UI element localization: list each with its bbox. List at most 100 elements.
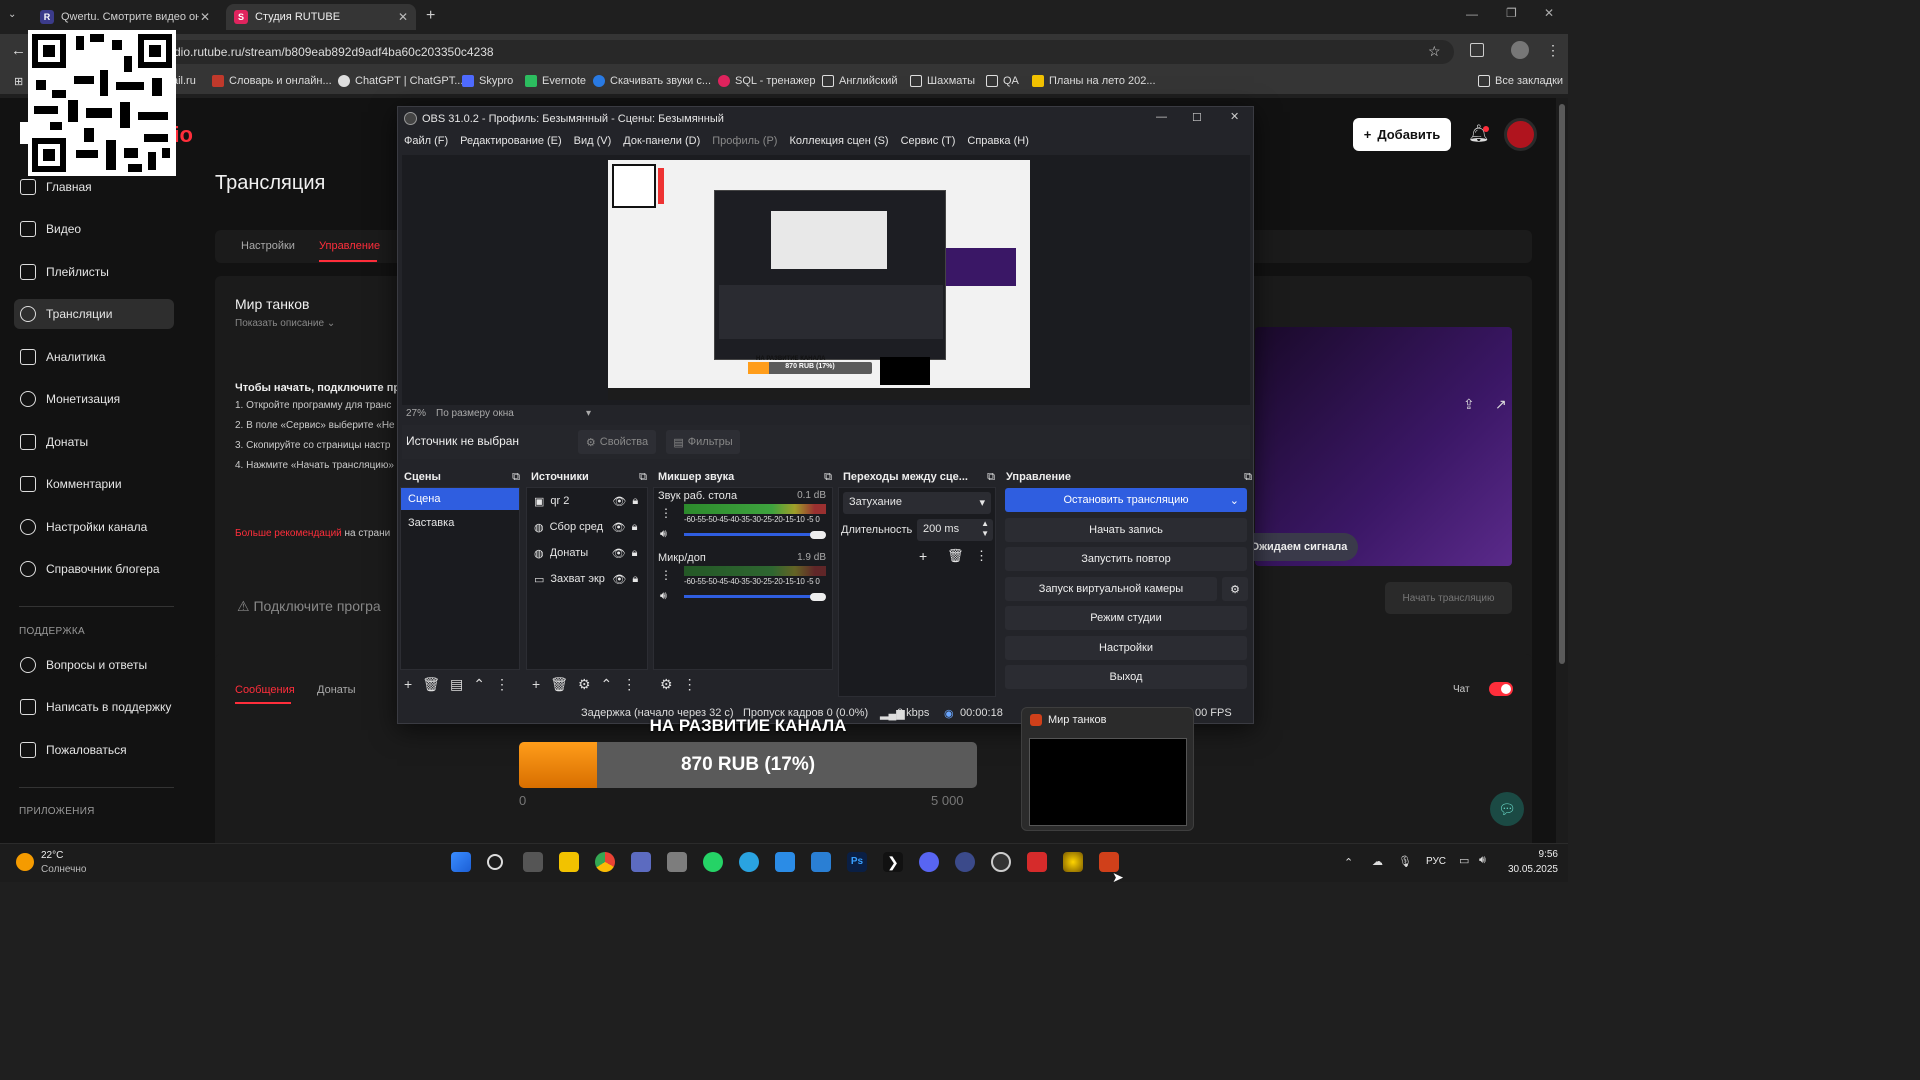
volume-icon[interactable]: 🔊︎	[1479, 854, 1486, 867]
wifi-icon[interactable]: ▭	[1459, 854, 1469, 867]
menu-profile[interactable]: Профиль (P)	[706, 131, 783, 151]
user-avatar[interactable]	[1504, 118, 1537, 151]
channel-menu-icon[interactable]: ⋮	[660, 568, 672, 582]
advanced-audio-icon[interactable]: ⚙︎	[660, 676, 673, 693]
discord-icon[interactable]	[919, 852, 939, 872]
remove-transition-icon[interactable]: 🗑︎	[947, 548, 964, 564]
menu-tools[interactable]: Сервис (T)	[895, 131, 962, 151]
extensions-icon[interactable]	[1470, 43, 1484, 57]
spin-arrows-icon[interactable]: ▲ ▼	[981, 519, 989, 539]
menu-docks[interactable]: Док-панели (D)	[617, 131, 706, 151]
nav-faq[interactable]: Вопросы и ответы	[14, 650, 174, 680]
tab-search-icon[interactable]: ⌄	[8, 9, 16, 20]
nav-contact-support[interactable]: Написать в поддержку	[14, 692, 174, 722]
support-chat-icon[interactable]: 💬︎	[1490, 792, 1524, 826]
search-icon[interactable]	[487, 854, 503, 870]
move-up-icon[interactable]: ⌃	[601, 676, 613, 693]
menu-scene-collection[interactable]: Коллекция сцен (S)	[783, 131, 894, 151]
back-icon[interactable]: ←	[11, 42, 26, 59]
terminal-icon[interactable]: ❯	[883, 852, 903, 872]
menu-view[interactable]: Вид (V)	[568, 131, 618, 151]
speaker-icon[interactable]: 🔊︎	[660, 528, 667, 541]
visibility-eye-icon[interactable]: 👁︎	[612, 495, 626, 508]
chrome-icon[interactable]	[595, 852, 615, 872]
nav-report[interactable]: Пожаловаться	[14, 735, 174, 765]
source-item[interactable]: ▣ qr 2 👁︎ 🔒︎	[527, 488, 647, 514]
app-icon[interactable]	[1063, 852, 1083, 872]
bookmark-folder-english[interactable]: Английский	[822, 75, 898, 87]
source-item[interactable]: ▭ Захват экр 👁︎ 🔒︎	[527, 566, 647, 592]
lock-icon[interactable]: 🔒︎	[632, 521, 638, 534]
transition-menu-icon[interactable]: ⋮	[975, 548, 988, 564]
whatsapp-icon[interactable]	[703, 852, 723, 872]
chevron-down-icon[interactable]: ⌄	[1230, 494, 1239, 507]
browser-menu-icon[interactable]: ⋮	[1546, 42, 1560, 59]
volume-slider-knob[interactable]	[810, 593, 826, 601]
tray-chevron-up-icon[interactable]: ⌃	[1344, 856, 1353, 869]
nav-home[interactable]: Главная	[14, 172, 174, 202]
network-icon[interactable]: ☁︎	[1372, 855, 1383, 868]
weather-temp[interactable]: 22°C	[41, 850, 63, 861]
lock-icon[interactable]: 🔒︎	[632, 573, 638, 586]
tab-qwertu[interactable]: R Qwertu. Смотрите видео онла ✕	[32, 4, 218, 30]
menu-edit[interactable]: Редактирование (E)	[454, 131, 568, 151]
restore-window-icon[interactable]: ❐	[1506, 6, 1517, 20]
new-tab-icon[interactable]: +	[426, 7, 435, 25]
start-recording-button[interactable]: Начать запись	[1005, 518, 1247, 542]
minimize-window-icon[interactable]: —	[1466, 7, 1478, 21]
start-stream-button[interactable]: Начать трансляцию	[1385, 582, 1512, 614]
obs-close-icon[interactable]: ✕	[1230, 110, 1239, 123]
transition-select[interactable]: Затухание ▾	[843, 492, 991, 514]
add-scene-icon[interactable]: +	[404, 676, 412, 692]
source-item[interactable]: ◍ Сбор сред 👁︎ 🔒︎	[527, 514, 647, 540]
task-view-icon[interactable]	[523, 852, 543, 872]
undock-icon[interactable]: ⧉	[512, 471, 520, 484]
menu-file[interactable]: Файл (F)	[398, 131, 454, 151]
app-icon[interactable]	[1027, 852, 1047, 872]
undock-icon[interactable]: ⧉	[639, 471, 647, 484]
bookmark-summer-plans[interactable]: Планы на лето 202...	[1032, 75, 1156, 87]
nav-playlists[interactable]: Плейлисты	[14, 257, 174, 287]
stream-preview-player[interactable]	[1255, 327, 1512, 566]
volume-slider-knob[interactable]	[810, 531, 826, 539]
bookmark-skypro[interactable]: Skypro	[462, 75, 513, 87]
obs-icon[interactable]	[991, 852, 1011, 872]
photoshop-icon[interactable]: Ps	[847, 852, 867, 872]
visibility-eye-icon[interactable]: 👁︎	[612, 547, 626, 560]
start-replay-button[interactable]: Запустить повтор	[1005, 547, 1247, 571]
external-link-icon[interactable]: ↗	[1495, 396, 1507, 413]
properties-button[interactable]: ⚙︎ Свойства	[578, 430, 656, 454]
zoom-mode-select[interactable]: По размеру окна ▾	[436, 408, 596, 419]
more-icon[interactable]: ⋮	[495, 676, 509, 693]
clock-time[interactable]: 9:56	[1528, 849, 1558, 860]
close-tab-icon[interactable]: ✕	[398, 10, 408, 24]
remove-source-icon[interactable]: 🗑︎	[550, 676, 568, 693]
calculator-icon[interactable]	[631, 852, 651, 872]
nav-blogger-guide[interactable]: Справочник блогера	[14, 554, 174, 584]
app-icon[interactable]	[955, 852, 975, 872]
nav-channel-settings[interactable]: Настройки канала	[14, 512, 174, 542]
chat-toggle[interactable]	[1489, 682, 1513, 696]
profile-avatar[interactable]	[1511, 41, 1529, 59]
undock-icon[interactable]: ⧉	[1244, 471, 1252, 484]
virtual-camera-settings-icon[interactable]: ⚙︎	[1222, 577, 1248, 601]
menu-help[interactable]: Справка (H)	[961, 131, 1034, 151]
visibility-eye-icon[interactable]: 👁︎	[612, 573, 626, 586]
tab-messages[interactable]: Сообщения	[235, 684, 295, 696]
clock-date[interactable]: 30.05.2025	[1500, 864, 1558, 875]
address-bar[interactable]: dio.rutube.ru/stream/b809eab892d9adf4ba6…	[34, 40, 1454, 64]
bookmark-folder-qa[interactable]: QA	[986, 75, 1019, 87]
tab-settings[interactable]: Настройки	[241, 240, 295, 252]
apps-grid-icon[interactable]: ⊞	[14, 75, 23, 88]
tab-rutube-studio[interactable]: S Студия RUTUBE ✕	[226, 4, 416, 30]
bookmark-folder-chess[interactable]: Шахматы	[910, 75, 975, 87]
popup-preview[interactable]	[1029, 738, 1187, 826]
scrollbar-thumb[interactable]	[1559, 104, 1565, 664]
tab-management[interactable]: Управление	[319, 240, 380, 252]
filters-button[interactable]: ▤ Фильтры	[666, 430, 740, 454]
scene-item[interactable]: Сцена	[401, 488, 519, 510]
nav-video[interactable]: Видео	[14, 214, 174, 244]
nav-monetization[interactable]: Монетизация	[14, 384, 174, 414]
scene-item[interactable]: Заставка	[401, 512, 519, 534]
settings-button[interactable]: Настройки	[1005, 636, 1247, 660]
